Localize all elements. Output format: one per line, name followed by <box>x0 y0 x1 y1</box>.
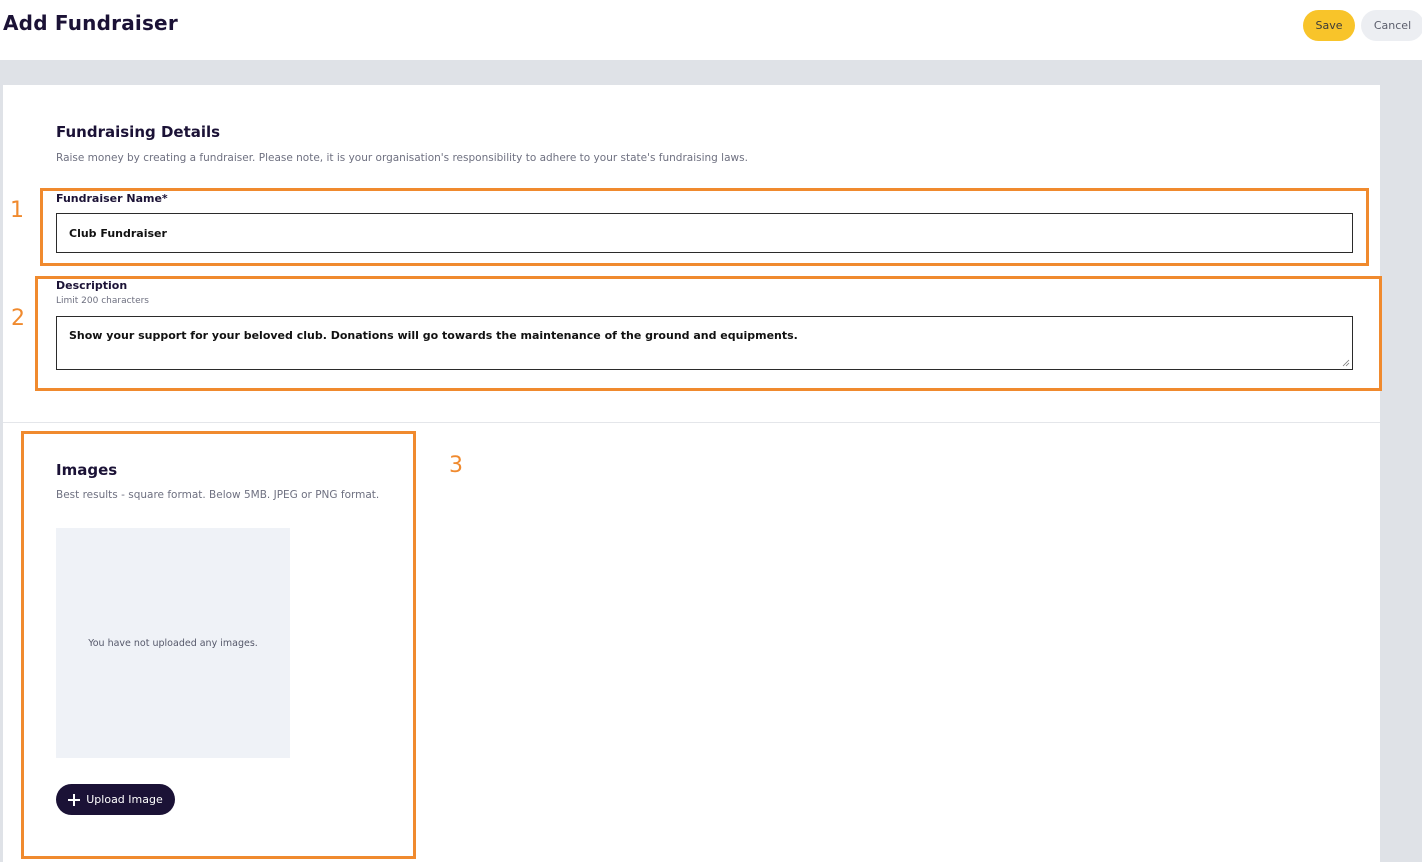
section-divider <box>3 422 1380 423</box>
top-bar: Add Fundraiser Save Cancel <box>0 0 1422 60</box>
annotation-box-3 <box>21 431 416 859</box>
annotation-number-3: 3 <box>449 453 463 478</box>
save-button[interactable]: Save <box>1303 10 1355 41</box>
page-title: Add Fundraiser <box>3 11 178 35</box>
details-section-title: Fundraising Details <box>56 123 221 141</box>
annotation-box-2 <box>35 276 1382 391</box>
details-section-description: Raise money by creating a fundraiser. Pl… <box>56 152 748 164</box>
annotation-box-1 <box>40 188 1369 266</box>
annotation-number-2: 2 <box>11 306 25 331</box>
cancel-button[interactable]: Cancel <box>1361 10 1422 41</box>
annotation-number-1: 1 <box>10 198 24 223</box>
